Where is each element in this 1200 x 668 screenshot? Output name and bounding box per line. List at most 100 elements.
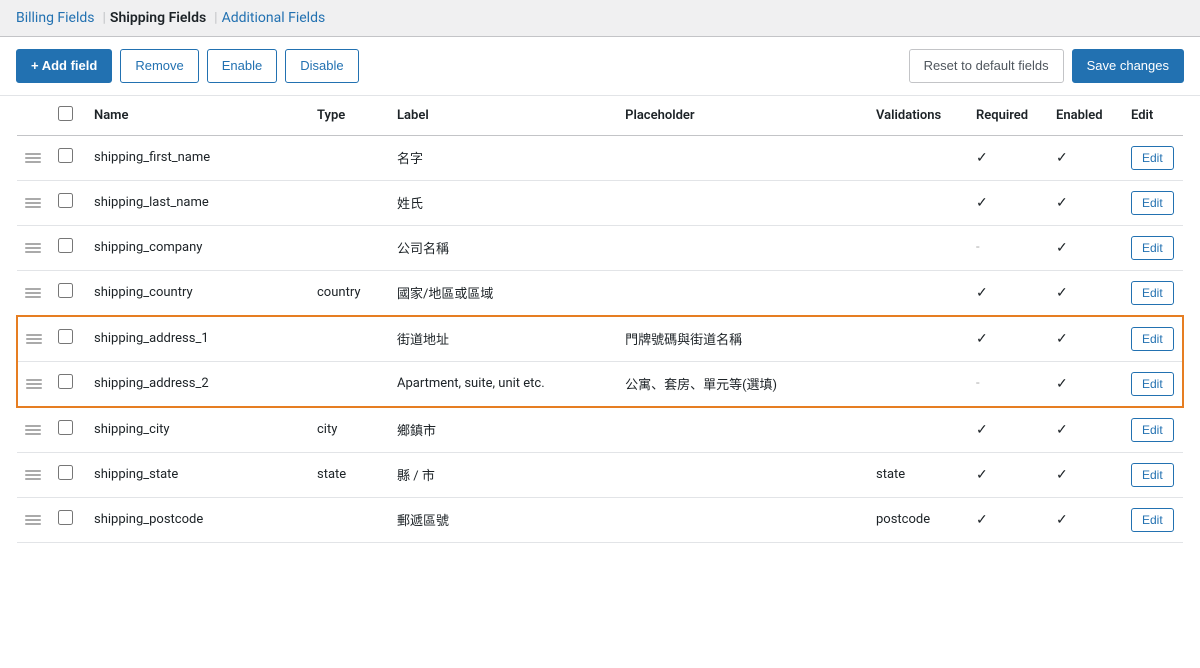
- row-checkbox-cell[interactable]: [50, 225, 86, 270]
- enabled-check-icon: ✓: [1056, 512, 1068, 528]
- table-row: shipping_countrycountry國家/地區或區域✓✓Edit: [17, 270, 1183, 316]
- required-check-icon: ✓: [976, 422, 988, 438]
- field-name-cell: shipping_first_name: [86, 135, 309, 180]
- drag-handle-icon[interactable]: [26, 334, 42, 344]
- drag-handle-cell[interactable]: [17, 135, 50, 180]
- row-checkbox-cell[interactable]: [50, 180, 86, 225]
- field-name-cell: shipping_city: [86, 407, 309, 453]
- required-check-icon: ✓: [976, 285, 988, 301]
- field-type-cell: [309, 180, 389, 225]
- field-edit-cell[interactable]: Edit: [1123, 270, 1183, 316]
- remove-button[interactable]: Remove: [120, 49, 198, 83]
- field-validations-cell: postcode: [868, 497, 968, 542]
- edit-button[interactable]: Edit: [1131, 327, 1174, 351]
- tab-additional[interactable]: Additional Fields: [222, 0, 326, 36]
- edit-button[interactable]: Edit: [1131, 372, 1174, 396]
- drag-handle-icon[interactable]: [25, 243, 42, 253]
- row-checkbox-cell[interactable]: [50, 316, 86, 362]
- edit-button[interactable]: Edit: [1131, 508, 1174, 532]
- row-checkbox[interactable]: [58, 193, 73, 208]
- row-checkbox-cell[interactable]: [50, 452, 86, 497]
- drag-handle-icon[interactable]: [25, 515, 42, 525]
- row-checkbox-cell[interactable]: [50, 361, 86, 407]
- row-checkbox[interactable]: [58, 238, 73, 253]
- disable-button[interactable]: Disable: [285, 49, 358, 83]
- field-required-cell: ✓: [968, 497, 1048, 542]
- drag-handle-cell[interactable]: [17, 225, 50, 270]
- drag-handle-cell[interactable]: [17, 180, 50, 225]
- drag-handle-cell[interactable]: [17, 361, 50, 407]
- field-edit-cell[interactable]: Edit: [1123, 135, 1183, 180]
- field-validations-cell: [868, 270, 968, 316]
- field-enabled-cell: ✓: [1048, 316, 1123, 362]
- required-check-icon: ✓: [976, 195, 988, 211]
- save-button[interactable]: Save changes: [1072, 49, 1184, 83]
- field-edit-cell[interactable]: Edit: [1123, 316, 1183, 362]
- table-row: shipping_statestate縣 / 市state✓✓Edit: [17, 452, 1183, 497]
- drag-handle-cell[interactable]: [17, 452, 50, 497]
- field-edit-cell[interactable]: Edit: [1123, 361, 1183, 407]
- drag-handle-icon[interactable]: [25, 153, 42, 163]
- field-edit-cell[interactable]: Edit: [1123, 225, 1183, 270]
- drag-handle-icon[interactable]: [25, 288, 42, 298]
- edit-button[interactable]: Edit: [1131, 463, 1174, 487]
- drag-handle-icon[interactable]: [25, 198, 42, 208]
- drag-handle-icon[interactable]: [26, 379, 42, 389]
- table-row: shipping_address_1街道地址門牌號碼與街道名稱✓✓Edit: [17, 316, 1183, 362]
- field-edit-cell[interactable]: Edit: [1123, 180, 1183, 225]
- field-edit-cell[interactable]: Edit: [1123, 497, 1183, 542]
- field-enabled-cell: ✓: [1048, 135, 1123, 180]
- tab-shipping[interactable]: Shipping Fields: [110, 0, 206, 36]
- tabs-bar: Billing Fields | Shipping Fields | Addit…: [0, 0, 1200, 37]
- row-checkbox[interactable]: [58, 465, 73, 480]
- field-name-cell: shipping_address_1: [86, 316, 309, 362]
- row-checkbox[interactable]: [58, 148, 73, 163]
- field-edit-cell[interactable]: Edit: [1123, 452, 1183, 497]
- toolbar: + Add field Remove Enable Disable Reset …: [0, 37, 1200, 96]
- col-placeholder-header: Placeholder: [617, 96, 868, 136]
- field-enabled-cell: ✓: [1048, 270, 1123, 316]
- edit-button[interactable]: Edit: [1131, 281, 1174, 305]
- field-enabled-cell: ✓: [1048, 361, 1123, 407]
- enabled-check-icon: ✓: [1056, 467, 1068, 483]
- row-checkbox-cell[interactable]: [50, 270, 86, 316]
- col-check-header[interactable]: [50, 96, 86, 136]
- drag-handle-icon[interactable]: [25, 425, 42, 435]
- edit-button[interactable]: Edit: [1131, 418, 1174, 442]
- field-enabled-cell: ✓: [1048, 180, 1123, 225]
- row-checkbox[interactable]: [58, 420, 73, 435]
- row-checkbox[interactable]: [58, 510, 73, 525]
- field-required-cell: ✓: [968, 135, 1048, 180]
- drag-handle-cell[interactable]: [17, 497, 50, 542]
- toolbar-right: Reset to default fields Save changes: [909, 49, 1184, 83]
- edit-button[interactable]: Edit: [1131, 146, 1174, 170]
- field-enabled-cell: ✓: [1048, 497, 1123, 542]
- field-type-cell: city: [309, 407, 389, 453]
- row-checkbox[interactable]: [58, 329, 73, 344]
- field-label-cell: 公司名稱: [389, 225, 617, 270]
- tab-billing[interactable]: Billing Fields: [16, 0, 95, 36]
- field-validations-cell: state: [868, 452, 968, 497]
- select-all-checkbox[interactable]: [58, 106, 73, 121]
- required-check-icon: ✓: [976, 512, 988, 528]
- row-checkbox[interactable]: [58, 283, 73, 298]
- required-check-icon: ✓: [976, 467, 988, 483]
- row-checkbox-cell[interactable]: [50, 135, 86, 180]
- row-checkbox[interactable]: [58, 374, 73, 389]
- row-checkbox-cell[interactable]: [50, 407, 86, 453]
- reset-button[interactable]: Reset to default fields: [909, 49, 1064, 83]
- drag-handle-cell[interactable]: [17, 270, 50, 316]
- field-placeholder-cell: [617, 270, 868, 316]
- row-checkbox-cell[interactable]: [50, 497, 86, 542]
- drag-handle-icon[interactable]: [25, 470, 42, 480]
- drag-handle-cell[interactable]: [17, 407, 50, 453]
- drag-handle-cell[interactable]: [17, 316, 50, 362]
- add-field-button[interactable]: + Add field: [16, 49, 112, 83]
- edit-button[interactable]: Edit: [1131, 191, 1174, 215]
- edit-button[interactable]: Edit: [1131, 236, 1174, 260]
- table-container: Name Type Label Placeholder Validations …: [0, 96, 1200, 559]
- field-validations-cell: [868, 316, 968, 362]
- enable-button[interactable]: Enable: [207, 49, 277, 83]
- field-validations-cell: [868, 180, 968, 225]
- field-edit-cell[interactable]: Edit: [1123, 407, 1183, 453]
